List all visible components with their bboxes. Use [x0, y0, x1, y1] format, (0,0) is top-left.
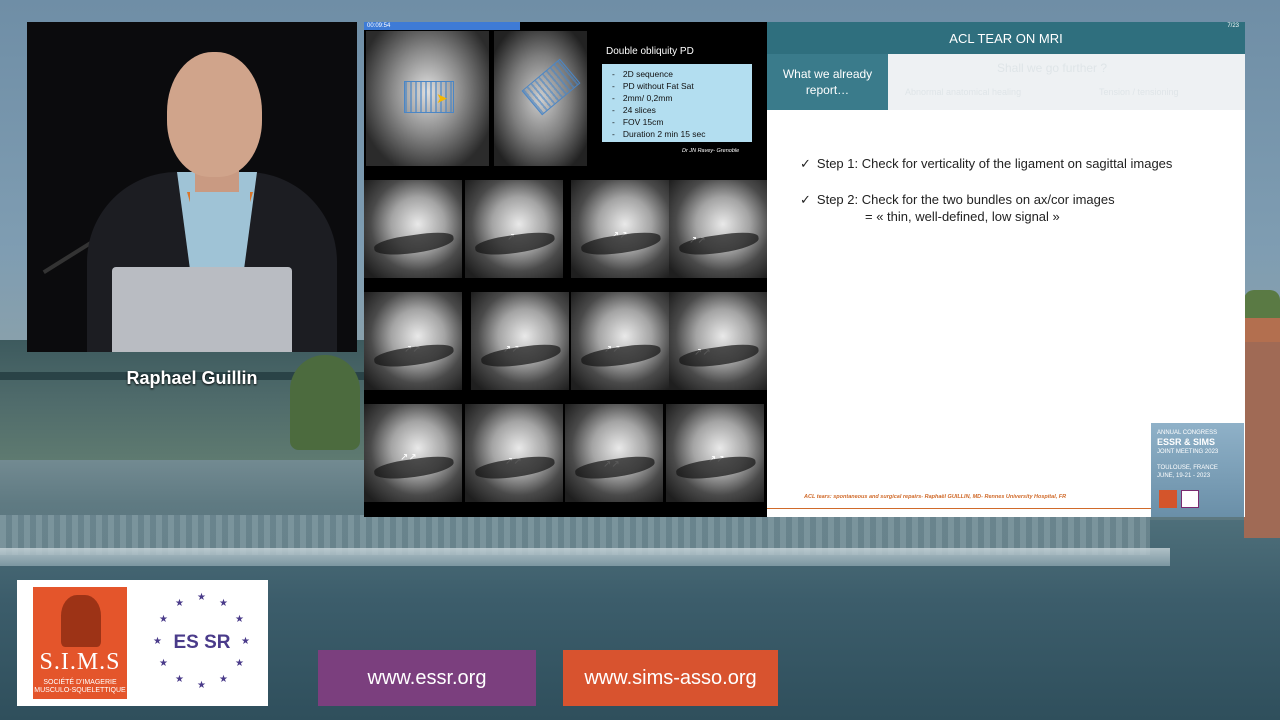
tab-what-we-report: What we already report… [767, 54, 888, 110]
mri-param: PD without Fat Sat [612, 80, 746, 92]
congress-line: ANNUAL CONGRESS [1157, 430, 1218, 436]
essr-logo: ★ ★ ★ ★ ★ ★ ★ ★ ★ ★ ★ ★ ES SR [147, 590, 257, 695]
mri-slice [364, 180, 462, 278]
slide: 00:09:54 ➤ Double obliquity PD 2D sequen… [364, 22, 1245, 517]
congress-badge: ANNUAL CONGRESS ESSR & SIMS JOINT MEETIN… [1151, 423, 1244, 517]
star-icon: ★ [175, 598, 184, 609]
mri-param: Duration 2 min 15 sec [612, 128, 746, 140]
mri-sagittal-image [494, 31, 587, 166]
slide-footer: ACL tears: spontaneous and surgical repa… [804, 494, 1067, 500]
tab-faded-title: Shall we go further ? [997, 61, 1108, 75]
congress-logos [1159, 490, 1199, 508]
check-icon: ✓ [800, 156, 811, 171]
mri-slice: ↗↗ [666, 404, 764, 502]
star-icon: ★ [235, 658, 244, 669]
star-icon: ★ [219, 598, 228, 609]
mri-slice: ↗↗ [471, 292, 569, 390]
sims-logo-subtitle: SOCIÉTÉ D'IMAGERIE MUSCULO-SQUELETTIQUE [34, 679, 126, 694]
mri-credit: Dr JN Ravey- Grenoble [682, 148, 740, 154]
mri-param: 2D sequence [612, 68, 746, 80]
mri-coronal-image [366, 31, 489, 166]
mri-slice: ↗↗ [669, 180, 767, 278]
mri-slice: ↗↗ [565, 404, 663, 502]
congress-location: TOULOUSE, FRANCE [1157, 465, 1218, 471]
speaker-head [167, 52, 262, 177]
mri-slice: ↗↗ [571, 180, 669, 278]
laptop [112, 267, 292, 352]
slide-tab-bar: What we already report… Shall we go furt… [767, 54, 1245, 110]
star-icon: ★ [159, 658, 168, 669]
mri-param: 2mm/ 0,2mm [612, 92, 746, 104]
arrow-icon: ↗↗ [694, 347, 711, 358]
step-2-detail: = « thin, well-defined, low signal » [865, 209, 1060, 224]
star-icon: ★ [159, 614, 168, 625]
tab-faded-label: Abnormal anatomical healing [905, 87, 1022, 97]
congress-name: ESSR & SIMS [1157, 437, 1216, 447]
mri-params-box: 2D sequence PD without Fat Sat 2mm/ 0,2m… [602, 64, 752, 142]
background-foam [0, 548, 1170, 566]
slide-counter: 7/23 [1227, 23, 1239, 29]
star-icon: ★ [235, 614, 244, 625]
sims-logo: S.I.M.S SOCIÉTÉ D'IMAGERIE MUSCULO-SQUEL… [33, 587, 127, 699]
arrow-icon: ↗ [507, 232, 516, 243]
step-1: ✓ Step 1: Check for verticality of the li… [800, 156, 1172, 172]
arrow-icon: ↗↗ [604, 344, 621, 355]
mri-slice: ↗↗ [364, 404, 462, 502]
sims-logo-text: S.I.M.S [39, 649, 121, 675]
mri-param: 24 slices [612, 104, 746, 116]
arrow-icon: ↗↗ [708, 454, 725, 465]
background-building [1244, 318, 1280, 538]
sims-website-link[interactable]: www.sims-asso.org [563, 650, 778, 706]
sponsor-logos: S.I.M.S SOCIÉTÉ D'IMAGERIE MUSCULO-SQUEL… [17, 580, 268, 706]
essr-website-link[interactable]: www.essr.org [318, 650, 536, 706]
arrow-icon: ↗↗ [400, 452, 417, 463]
star-icon: ★ [175, 674, 184, 685]
essr-website-label: www.essr.org [367, 666, 487, 689]
arrow-icon: ↗↗ [503, 344, 520, 355]
sims-website-label: www.sims-asso.org [584, 666, 757, 689]
step-2-text: Step 2: Check for the two bundles on ax/… [816, 192, 1115, 207]
tab-faded-label: Tension / tensioning [1099, 87, 1179, 97]
background-trees [1244, 290, 1280, 320]
mri-slice: ↗↗ [364, 292, 462, 390]
mri-slice: ↗↗ [669, 292, 767, 390]
star-icon: ★ [219, 674, 228, 685]
arrow-icon: ↗↗ [404, 344, 421, 355]
arrow-icon: ↗↗ [689, 235, 706, 246]
video-timer: 00:09:54 [364, 22, 520, 30]
mri-image-grid: ↗ ↗↗ ↗↗ ↗↗ ↗↗ ↗↗ ↗↗ ↗↗ ↗↗ ↗↗ ↗↗ [364, 180, 767, 517]
sims-logo-small [1159, 490, 1177, 508]
star-icon: ★ [197, 680, 206, 691]
arrow-icon: ↗↗ [603, 459, 620, 470]
arrow-icon: ↗↗ [611, 230, 628, 241]
tab-label: What we already report… [782, 67, 873, 97]
check-icon: ✓ [800, 192, 811, 207]
footer-divider [767, 508, 1152, 509]
star-icon: ★ [197, 592, 206, 603]
slide-title: ACL TEAR ON MRI 7/23 [767, 22, 1245, 54]
speaker-video [27, 22, 357, 352]
cursor-icon: ➤ [436, 90, 448, 106]
slide-title-text: ACL TEAR ON MRI [949, 30, 1063, 46]
mri-slice: ↗↗ [571, 292, 669, 390]
mri-slice: ↗ [465, 180, 563, 278]
mri-param: FOV 15cm [612, 116, 746, 128]
congress-line: JOINT MEETING 2023 [1157, 449, 1219, 455]
arrow-icon: ↗↗ [505, 456, 522, 467]
essr-logo-small [1181, 490, 1199, 508]
step-2: ✓ Step 2: Check for the two bundles on ax… [800, 192, 1115, 208]
mri-panel: 00:09:54 ➤ Double obliquity PD 2D sequen… [364, 22, 767, 517]
essr-logo-text: ES SR [173, 632, 231, 653]
mri-caption: Double obliquity PD [606, 46, 694, 57]
mri-slice: ↗↗ [465, 404, 563, 502]
step-1-text: Step 1: Check for verticality of the lig… [816, 156, 1173, 171]
slice-overlay [521, 58, 581, 116]
speaker-name: Raphael Guillin [126, 367, 258, 388]
sims-figure-icon [61, 595, 101, 647]
congress-dates: JUNE, 19-21 - 2023 [1157, 473, 1211, 479]
